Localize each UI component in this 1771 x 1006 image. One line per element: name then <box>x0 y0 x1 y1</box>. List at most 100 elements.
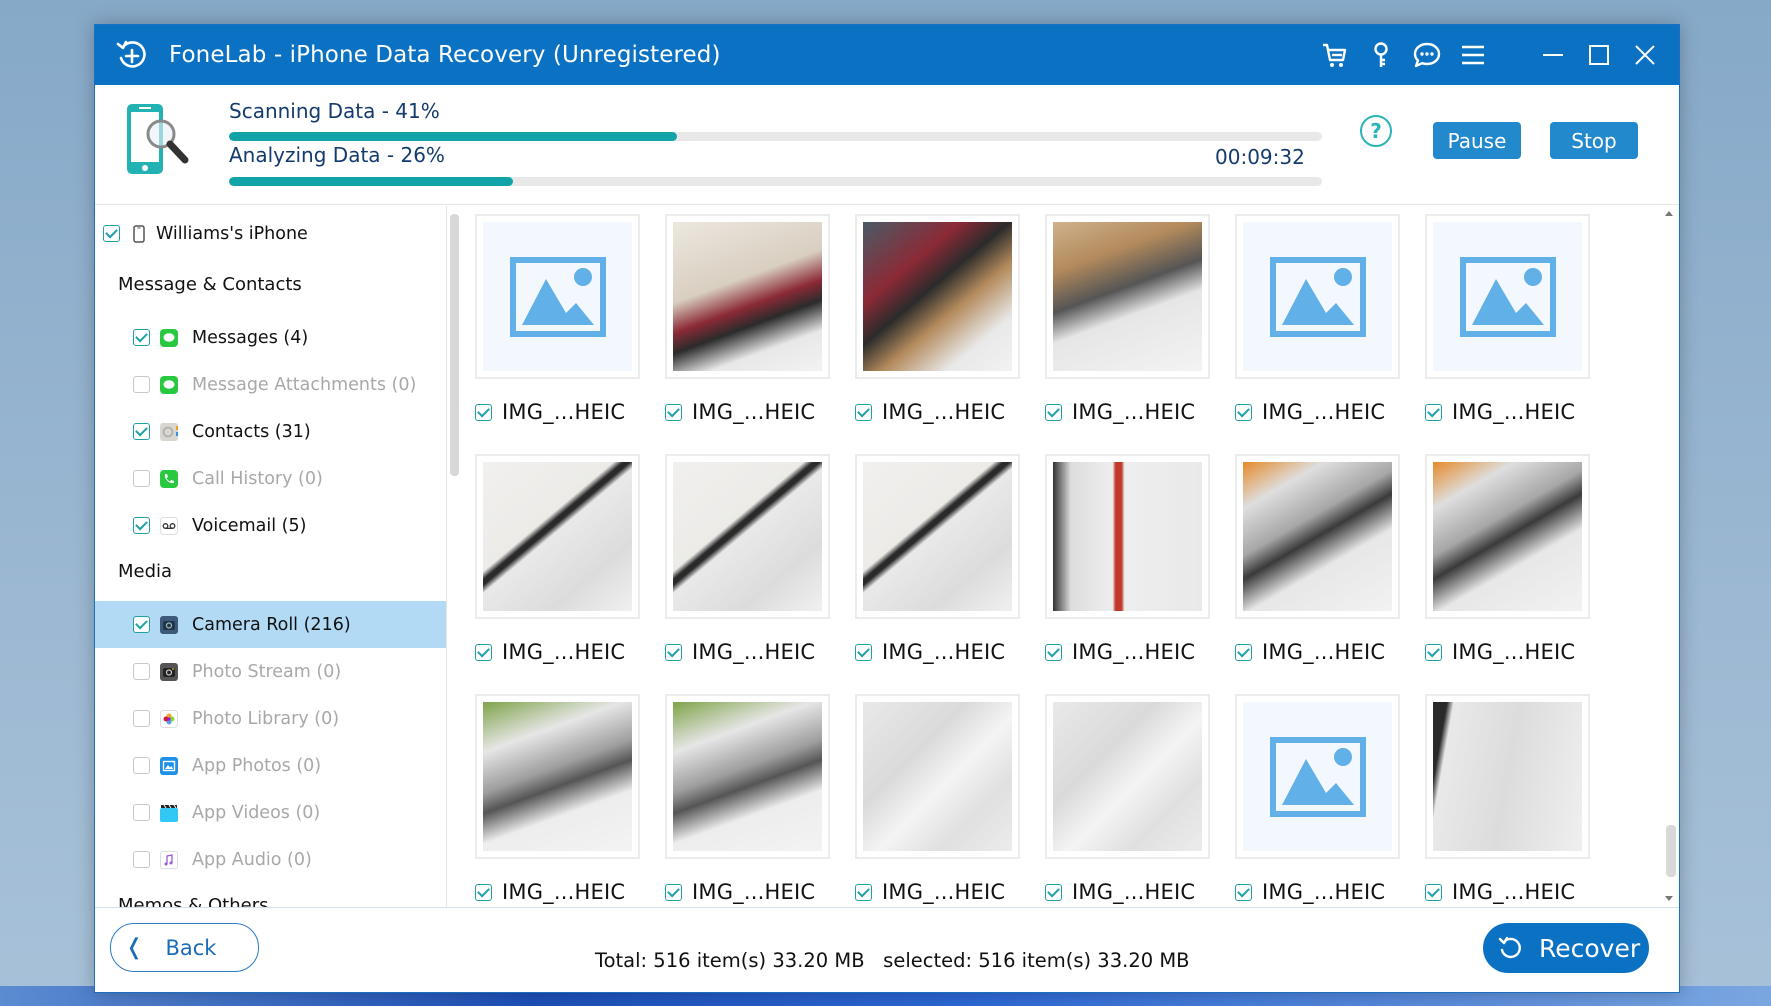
item-checkbox[interactable] <box>855 643 872 661</box>
item-checkbox[interactable] <box>1235 643 1252 661</box>
photo-thumbnail-image <box>863 702 1012 851</box>
back-button[interactable]: ❬ Back <box>110 923 259 972</box>
sidebar-item-photo-library[interactable]: Photo Library (0) <box>95 695 446 742</box>
maximize-icon[interactable] <box>1583 39 1615 71</box>
file-name: IMG_...HEIC <box>502 640 626 664</box>
key-icon[interactable] <box>1365 39 1397 71</box>
item-checkbox[interactable] <box>665 643 682 661</box>
thumbnail[interactable] <box>665 214 830 379</box>
thumbnail[interactable] <box>475 214 640 379</box>
cart-icon[interactable] <box>1319 39 1351 71</box>
category-checkbox[interactable] <box>133 470 150 487</box>
thumbnail[interactable] <box>1425 694 1590 859</box>
thumbnail[interactable] <box>665 454 830 619</box>
thumbnail[interactable] <box>1045 214 1210 379</box>
item-checkbox[interactable] <box>475 643 492 661</box>
item-checkbox[interactable] <box>1045 403 1062 421</box>
category-checkbox[interactable] <box>133 376 150 393</box>
pause-button[interactable]: Pause <box>1433 122 1521 159</box>
category-checkbox[interactable] <box>133 616 150 633</box>
grid-scrollbar[interactable] <box>1666 825 1676 877</box>
stop-button[interactable]: Stop <box>1550 122 1638 159</box>
item-checkbox[interactable] <box>665 403 682 421</box>
sidebar-item-app-audio[interactable]: App Audio (0) <box>95 836 446 883</box>
category-checkbox[interactable] <box>133 517 150 534</box>
category-sidebar: Williams's iPhone Message & Contacts Messa… <box>95 206 447 907</box>
thumbnail[interactable] <box>1425 214 1590 379</box>
scroll-up-arrow[interactable] <box>1665 211 1673 216</box>
item-checkbox[interactable] <box>475 403 492 421</box>
thumbnail-grid: IMG_...HEIC IMG_...HEIC IMG_...HEIC IMG_...… <box>448 206 1681 907</box>
photo-thumbnail-image <box>1053 222 1202 371</box>
thumbnail[interactable] <box>855 214 1020 379</box>
thumbnail[interactable] <box>855 694 1020 859</box>
thumbnail[interactable] <box>475 454 640 619</box>
close-icon[interactable] <box>1629 39 1661 71</box>
file-name: IMG_...HEIC <box>1072 400 1196 424</box>
file-name: IMG_...HEIC <box>1262 400 1386 424</box>
item-checkbox[interactable] <box>855 883 872 901</box>
category-label: App Videos (0) <box>192 802 321 823</box>
sidebar-item-camera-roll[interactable]: Camera Roll (216) <box>95 601 446 648</box>
thumbnail[interactable] <box>665 694 830 859</box>
sidebar-item-voicemail[interactable]: Voicemail (5) <box>95 502 446 549</box>
file-name: IMG_...HEIC <box>692 640 816 664</box>
category-checkbox[interactable] <box>133 710 150 727</box>
sidebar-item-contacts[interactable]: Contacts (31) <box>95 408 446 455</box>
file-name: IMG_...HEIC <box>882 880 1006 904</box>
thumbnail[interactable] <box>1045 454 1210 619</box>
file-name: IMG_...HEIC <box>1262 640 1386 664</box>
minimize-icon[interactable] <box>1537 39 1569 71</box>
device-checkbox[interactable] <box>103 225 120 242</box>
thumbnail[interactable] <box>1045 694 1210 859</box>
category-label: Photo Library (0) <box>192 708 340 729</box>
photo-thumbnail-image <box>863 462 1012 611</box>
scanning-progress-fill <box>229 132 678 141</box>
photo-thumbnail-image <box>673 222 822 371</box>
help-button[interactable]: ? <box>1360 115 1392 147</box>
chevron-left-icon: ❬ <box>125 935 144 960</box>
item-checkbox[interactable] <box>1425 883 1442 901</box>
category-checkbox[interactable] <box>133 804 150 821</box>
scroll-down-arrow[interactable] <box>1665 896 1673 901</box>
sidebar-item-message-attachments[interactable]: Message Attachments (0) <box>95 361 446 408</box>
item-checkbox[interactable] <box>665 883 682 901</box>
item-checkbox[interactable] <box>475 883 492 901</box>
category-checkbox[interactable] <box>133 329 150 346</box>
thumbnail[interactable] <box>1425 454 1590 619</box>
thumbnail[interactable] <box>1235 214 1400 379</box>
category-checkbox[interactable] <box>133 851 150 868</box>
thumbnail-caption: IMG_...HEIC <box>665 640 815 664</box>
sidebar-item-call-history[interactable]: Call History (0) <box>95 455 446 502</box>
menu-icon[interactable] <box>1457 39 1489 71</box>
category-checkbox[interactable] <box>133 423 150 440</box>
category-checkbox[interactable] <box>133 663 150 680</box>
thumbnail[interactable] <box>1235 694 1400 859</box>
photo-thumbnail-image <box>1433 462 1582 611</box>
thumbnail-caption: IMG_...HEIC <box>475 880 625 904</box>
thumbnail[interactable] <box>1235 454 1400 619</box>
category-checkbox[interactable] <box>133 757 150 774</box>
item-checkbox[interactable] <box>1045 883 1062 901</box>
recover-label: Recover <box>1539 933 1641 963</box>
item-checkbox[interactable] <box>1235 403 1252 421</box>
item-checkbox[interactable] <box>1045 643 1062 661</box>
chat-icon[interactable] <box>1411 39 1443 71</box>
phone-scan-icon <box>127 104 189 174</box>
thumbnail[interactable] <box>855 454 1020 619</box>
device-row[interactable]: Williams's iPhone <box>95 210 446 257</box>
item-checkbox[interactable] <box>1425 403 1442 421</box>
image-placeholder-icon <box>1243 702 1392 851</box>
thumbnail-caption: IMG_...HEIC <box>1235 400 1385 424</box>
recover-button[interactable]: Recover <box>1483 923 1649 973</box>
photo-thumbnail-image <box>1053 462 1202 611</box>
thumbnail[interactable] <box>475 694 640 859</box>
item-checkbox[interactable] <box>1425 643 1442 661</box>
item-checkbox[interactable] <box>1235 883 1252 901</box>
sidebar-item-photo-stream[interactable]: Photo Stream (0) <box>95 648 446 695</box>
item-checkbox[interactable] <box>855 403 872 421</box>
sidebar-item-app-photos[interactable]: App Photos (0) <box>95 742 446 789</box>
app-videos-icon <box>160 804 178 822</box>
sidebar-item-messages[interactable]: Messages (4) <box>95 314 446 361</box>
sidebar-item-app-videos[interactable]: App Videos (0) <box>95 789 446 836</box>
